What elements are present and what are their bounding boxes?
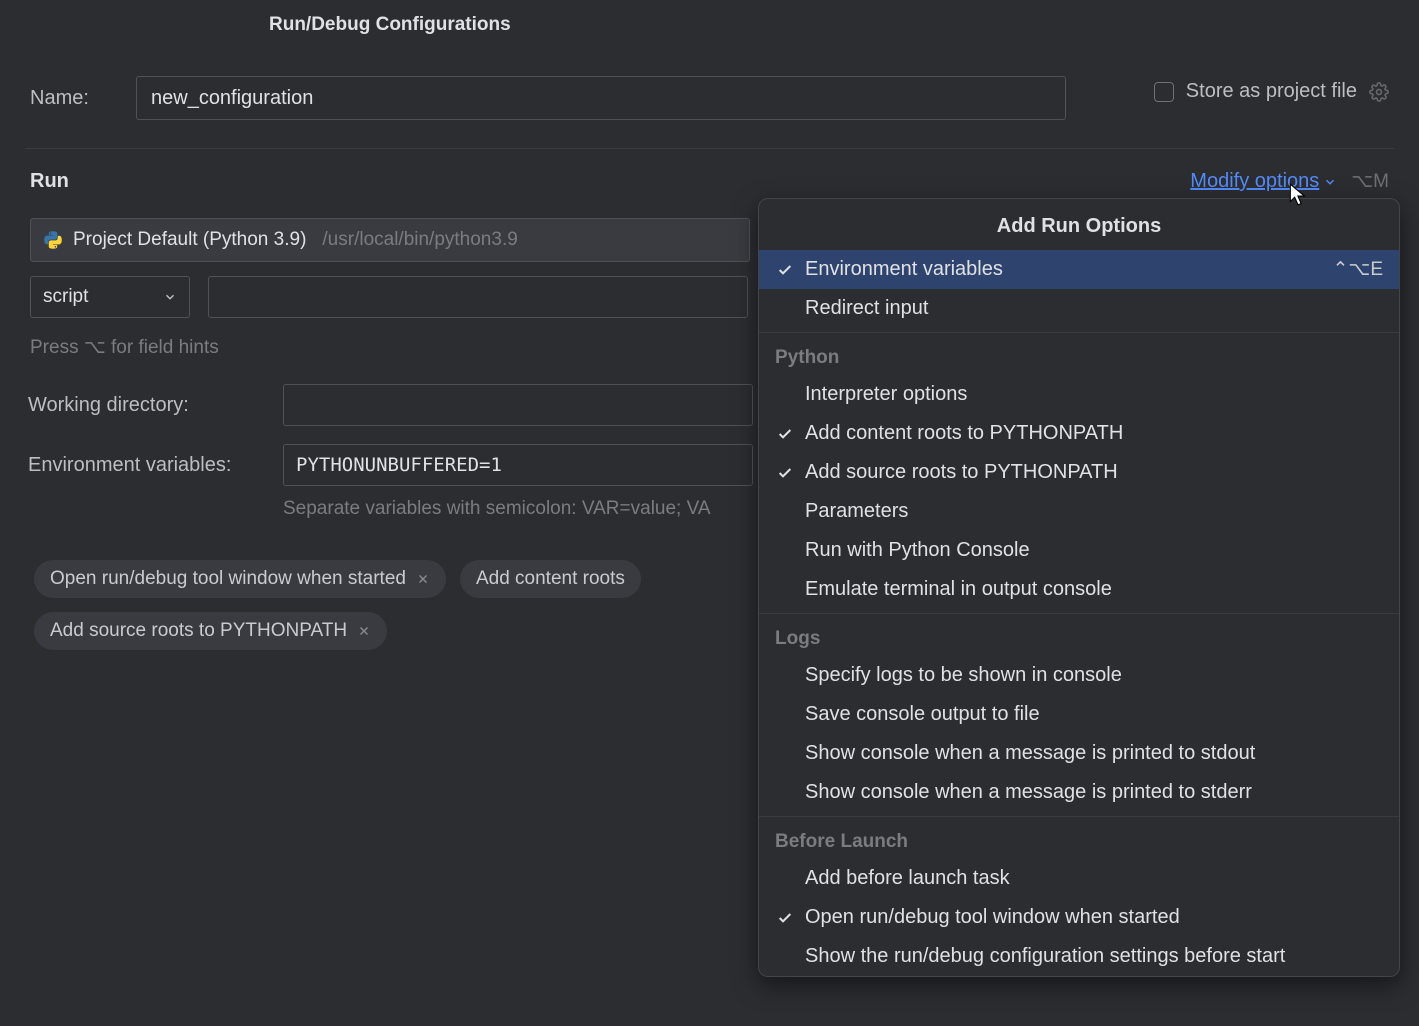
popup-item-label: Show console when a message is printed t… (805, 781, 1383, 804)
chip-open-tool-window[interactable]: Open run/debug tool window when started (34, 560, 446, 598)
popup-item-label: Redirect input (805, 297, 1383, 320)
check-icon (777, 426, 805, 442)
check-icon (777, 910, 805, 926)
popup-item[interactable]: Run with Python Console (759, 531, 1399, 570)
working-directory-input[interactable] (283, 384, 753, 426)
python-icon (43, 230, 63, 250)
popup-item-label: Interpreter options (805, 383, 1383, 406)
popup-item-label: Specify logs to be shown in console (805, 664, 1383, 687)
popup-item-label: Emulate terminal in output console (805, 578, 1383, 601)
popup-separator (759, 332, 1399, 333)
popup-group-before-launch: Before Launch (759, 821, 1399, 859)
close-icon[interactable] (416, 572, 430, 586)
popup-separator (759, 816, 1399, 817)
chip-label: Open run/debug tool window when started (50, 568, 406, 590)
close-icon[interactable] (357, 624, 371, 638)
store-checkbox[interactable] (1154, 82, 1174, 102)
popup-item[interactable]: Show the run/debug configuration setting… (759, 937, 1399, 976)
option-chips-area: Open run/debug tool window when started … (34, 560, 754, 650)
env-variables-input[interactable] (283, 444, 753, 486)
script-type-select[interactable]: script (30, 276, 190, 318)
divider (25, 148, 1394, 149)
interpreter-main-label: Project Default (Python 3.9) (73, 229, 306, 251)
script-path-input[interactable] (208, 276, 748, 318)
interpreter-select[interactable]: Project Default (Python 3.9) /usr/local/… (30, 218, 750, 262)
popup-item-label: Add source roots to PYTHONPATH (805, 461, 1383, 484)
name-input[interactable] (136, 76, 1066, 120)
popup-item[interactable]: Emulate terminal in output console (759, 570, 1399, 609)
store-as-project-file-row: Store as project file (1154, 80, 1389, 103)
popup-separator (759, 613, 1399, 614)
name-label: Name: (30, 87, 120, 110)
modify-options-shortcut: ⌥M (1351, 170, 1389, 193)
popup-item[interactable]: Show console when a message is printed t… (759, 773, 1399, 812)
store-label: Store as project file (1186, 80, 1357, 103)
popup-item-label: Show the run/debug configuration setting… (805, 945, 1383, 968)
popup-title: Add Run Options (759, 199, 1399, 250)
popup-group-python: Python (759, 337, 1399, 375)
run-section-label: Run (30, 170, 69, 193)
field-hints-text: Press ⌥ for field hints (30, 336, 219, 359)
env-variables-label: Environment variables: (28, 454, 283, 477)
popup-item[interactable]: Parameters (759, 492, 1399, 531)
env-variables-row: Environment variables: (28, 444, 753, 486)
chip-label: Add source roots to PYTHONPATH (50, 620, 347, 642)
chevron-down-icon (163, 290, 177, 304)
script-type-value: script (43, 286, 88, 308)
check-icon (777, 262, 805, 278)
popup-item[interactable]: Redirect input (759, 289, 1399, 328)
popup-item[interactable]: Add before launch task (759, 859, 1399, 898)
chevron-down-icon (1323, 175, 1337, 189)
modify-options-label: Modify options (1190, 170, 1319, 193)
popup-item-label: Parameters (805, 500, 1383, 523)
popup-item-label: Run with Python Console (805, 539, 1383, 562)
add-run-options-popup: Add Run Options Environment variables⌃⌥E… (758, 198, 1400, 977)
gear-icon[interactable] (1369, 82, 1389, 102)
popup-group-logs: Logs (759, 618, 1399, 656)
chip-add-content-roots[interactable]: Add content roots (460, 560, 641, 598)
popup-item[interactable]: Add source roots to PYTHONPATH (759, 453, 1399, 492)
popup-item[interactable]: Show console when a message is printed t… (759, 734, 1399, 773)
popup-item-shortcut: ⌃⌥E (1333, 258, 1384, 281)
popup-item[interactable]: Save console output to file (759, 695, 1399, 734)
run-header: Run Modify options ⌥M (30, 170, 1389, 193)
popup-item-label: Save console output to file (805, 703, 1383, 726)
popup-item-label: Open run/debug tool window when started (805, 906, 1383, 929)
working-directory-label: Working directory: (28, 394, 283, 417)
check-icon (777, 465, 805, 481)
popup-item-label: Environment variables (805, 258, 1333, 281)
chip-label: Add content roots (476, 568, 625, 590)
dialog-title: Run/Debug Configurations (269, 14, 511, 36)
popup-item-label: Show console when a message is printed t… (805, 742, 1383, 765)
script-row: script (30, 276, 748, 318)
env-variables-hint: Separate variables with semicolon: VAR=v… (283, 498, 711, 520)
popup-item[interactable]: Open run/debug tool window when started (759, 898, 1399, 937)
popup-item[interactable]: Environment variables⌃⌥E (759, 250, 1399, 289)
popup-item-label: Add content roots to PYTHONPATH (805, 422, 1383, 445)
popup-item-label: Add before launch task (805, 867, 1383, 890)
chip-add-source-roots[interactable]: Add source roots to PYTHONPATH (34, 612, 387, 650)
popup-item[interactable]: Interpreter options (759, 375, 1399, 414)
popup-item[interactable]: Specify logs to be shown in console (759, 656, 1399, 695)
working-directory-row: Working directory: (28, 384, 753, 426)
interpreter-path-label: /usr/local/bin/python3.9 (322, 229, 517, 251)
modify-options-link[interactable]: Modify options (1190, 170, 1337, 193)
popup-item[interactable]: Add content roots to PYTHONPATH (759, 414, 1399, 453)
